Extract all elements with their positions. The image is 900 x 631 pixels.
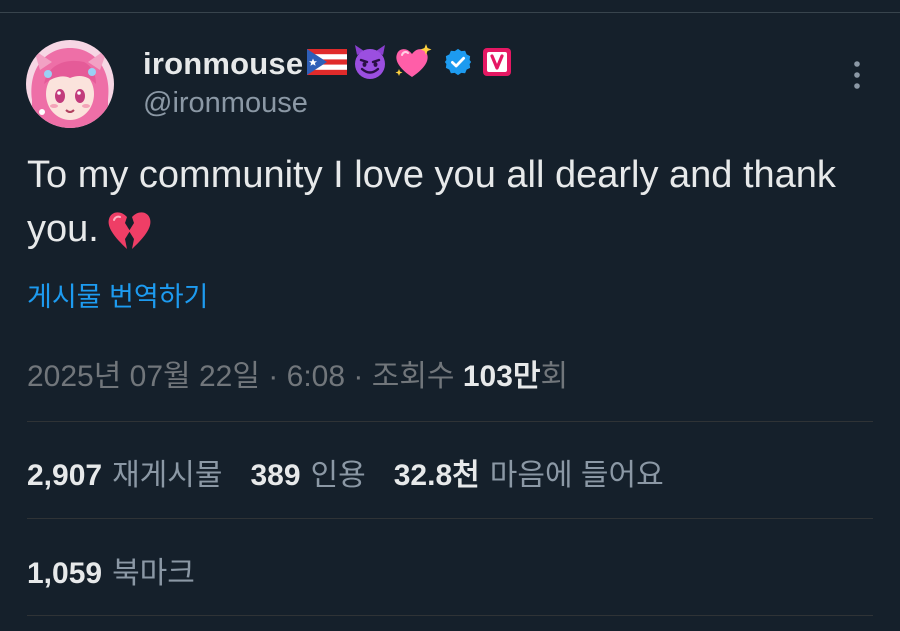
- reposts-label: 재게시물: [112, 459, 223, 492]
- views-suffix: 회: [540, 360, 569, 393]
- bookmarks-count: 1,059: [27, 557, 103, 590]
- bookmarks-stat[interactable]: 1,059 북마크: [27, 548, 195, 592]
- vtuber-v-badge-icon[interactable]: [483, 47, 512, 81]
- broken-heart-icon: [105, 212, 153, 256]
- puerto-rico-flag-icon: [307, 48, 348, 80]
- top-divider: [0, 12, 900, 13]
- quotes-stat[interactable]: 389 인용: [250, 450, 365, 494]
- likes-stat[interactable]: 32.8천 마음에 들어요: [394, 450, 664, 494]
- views-count: 103만: [462, 360, 541, 393]
- views-label: 조회수: [371, 360, 455, 393]
- verified-badge-icon[interactable]: [443, 47, 473, 82]
- likes-label: 마음에 들어요: [489, 459, 664, 492]
- post-time[interactable]: 6:08: [287, 360, 345, 393]
- tweet-meta: 2025년 07월 22일 · 6:08 · 조회수 103만회: [27, 351, 568, 395]
- meta-separator: ·: [353, 360, 364, 393]
- meta-separator: ·: [268, 360, 279, 393]
- divider: [27, 615, 873, 616]
- sparkling-heart-icon: [393, 43, 433, 86]
- author-handle[interactable]: @ironmouse: [143, 87, 308, 120]
- quotes-count: 389: [250, 459, 301, 492]
- divider: [27, 421, 873, 422]
- divider: [27, 518, 873, 519]
- quotes-label: 인용: [310, 459, 366, 492]
- more-options-button[interactable]: [840, 58, 874, 92]
- post-date[interactable]: 2025년 07월 22일: [27, 360, 260, 393]
- translate-post-link[interactable]: 게시물 번역하기: [27, 275, 208, 314]
- bookmarks-label: 북마크: [112, 557, 195, 590]
- reposts-count: 2,907: [27, 459, 103, 492]
- smiling-devil-icon: [351, 43, 389, 86]
- reposts-stat[interactable]: 2,907 재게시물: [27, 450, 222, 494]
- likes-count: 32.8천: [393, 459, 480, 492]
- author-name-row[interactable]: ironmouse: [143, 43, 512, 86]
- tweet-text: To my community I love you all dearly an…: [27, 148, 867, 262]
- more-vertical-icon: [854, 61, 860, 89]
- engagement-stats: 2,907 재게시물 389 인용 32.8천 마음에 들어요: [27, 450, 692, 494]
- avatar-image: [26, 40, 114, 128]
- avatar[interactable]: [26, 40, 114, 128]
- display-name[interactable]: ironmouse: [143, 46, 303, 82]
